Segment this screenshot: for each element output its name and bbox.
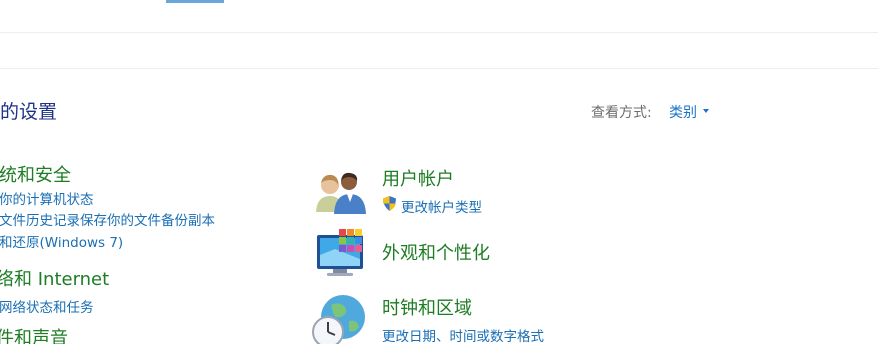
user-accounts-icon[interactable] (314, 168, 370, 216)
link-review-computer-status[interactable]: 你的计算机状态 (0, 188, 94, 208)
uac-shield-icon (383, 196, 396, 211)
category-hardware-sound[interactable]: 件和声音 (0, 324, 68, 344)
category-user-accounts[interactable]: 用户帐户 (382, 165, 454, 191)
view-by-label: 查看方式: (591, 105, 652, 121)
chevron-down-icon[interactable] (703, 109, 709, 113)
link-change-date-time-format[interactable]: 更改日期、时间或数字格式 (382, 325, 544, 344)
appearance-personalization-icon[interactable] (315, 229, 370, 283)
link-change-account-type[interactable]: 更改帐户类型 (401, 196, 482, 216)
link-network-status[interactable]: 网络状态和任务 (0, 296, 94, 316)
category-appearance-personalization[interactable]: 外观和个性化 (382, 239, 490, 265)
view-by-dropdown[interactable]: 类别 (669, 102, 697, 122)
toolbar-divider (0, 32, 878, 33)
header-divider (0, 68, 878, 69)
clock-region-icon[interactable] (311, 293, 367, 344)
category-network-internet[interactable]: 络和 Internet (0, 265, 109, 291)
link-file-history[interactable]: 文件历史记录保存你的文件备份副本 (0, 209, 215, 229)
active-tab-indicator (166, 0, 224, 3)
control-panel-window: 的设置 查看方式: 类别 统和安全 你的计算机状态 文件历史记录保存你的文件备份… (0, 0, 878, 344)
category-system-security[interactable]: 统和安全 (0, 161, 71, 187)
link-backup-restore[interactable]: 和还原(Windows 7) (0, 231, 123, 251)
page-title: 的设置 (0, 101, 58, 123)
category-clock-region[interactable]: 时钟和区域 (382, 294, 472, 320)
